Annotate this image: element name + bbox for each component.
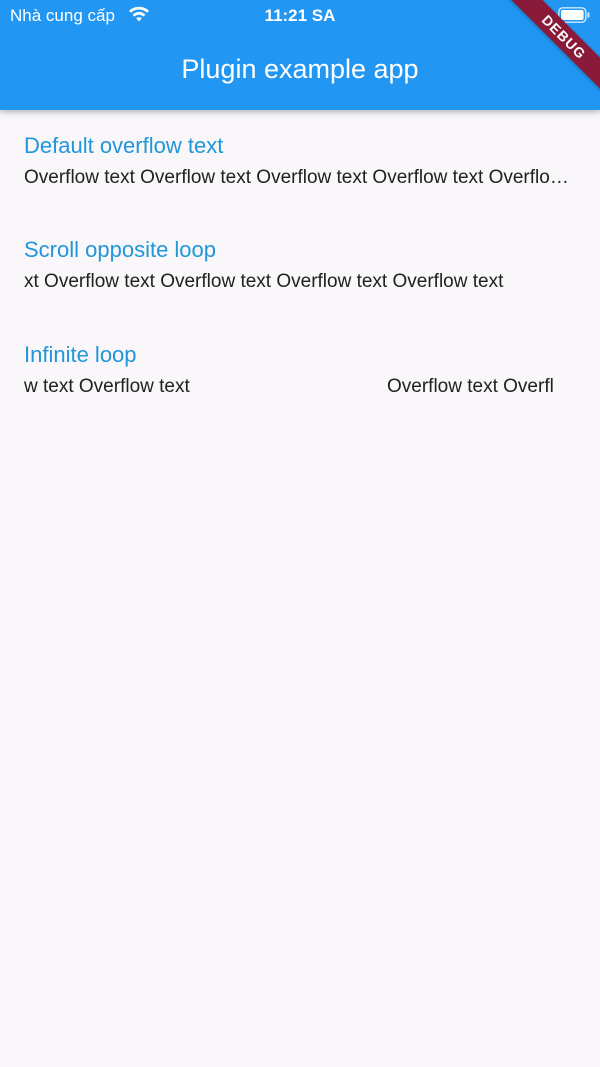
overflow-text-default: Overflow text Overflow text Overflow tex… (24, 165, 577, 195)
battery-icon (558, 7, 590, 23)
app-title: Plugin example app (181, 54, 419, 84)
section-title-scroll-opposite: Scroll opposite loop (24, 237, 217, 262)
marquee-text-segment-b: Overflow text Overfl (387, 376, 554, 397)
overflow-text-content: Overflow text Overflow text Overflow tex… (24, 167, 577, 188)
section-title-infinite-loop: Infinite loop (24, 342, 137, 367)
marquee-text: xt Overflow text Overflow text Overflow … (24, 271, 504, 292)
status-time: 11:21 SA (264, 6, 336, 25)
status-bar: Nhà cung cấp 11:21 SA (0, 0, 600, 32)
marquee-text-segment-a: w text Overflow text (24, 376, 190, 397)
marquee-infinite-loop: w text Overflow text Overflow text Overf… (24, 374, 577, 404)
app-bar: Nhà cung cấp 11:21 SA Plugin example app… (0, 0, 600, 110)
section-title-default-overflow: Default overflow text (24, 133, 224, 158)
marquee-scroll-opposite: xt Overflow text Overflow text Overflow … (24, 269, 577, 299)
